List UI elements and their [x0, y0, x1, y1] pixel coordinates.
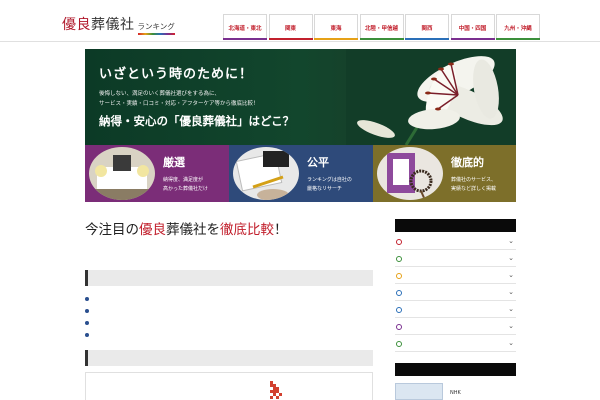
circle-icon	[396, 307, 402, 313]
hero-title: いざという時のために！	[99, 67, 254, 82]
circle-icon	[396, 324, 402, 330]
prayer-beads-image	[377, 147, 443, 200]
sidebar-banner-label: NHK	[450, 390, 461, 396]
feature-text: 葬儀社のサービス、	[451, 177, 497, 183]
nav-item-label: 九州・沖縄	[504, 25, 532, 32]
nav-item-region[interactable]: 関西	[405, 14, 449, 40]
feature-fair: 公平 ランキングは自社の 厳格なリサーチ	[229, 145, 373, 202]
circle-icon	[396, 290, 402, 296]
chevron-down-icon: ⌄	[508, 339, 514, 347]
feature-text: 厳格なリサーチ	[307, 186, 343, 192]
site-logo[interactable]: 優良葬儀社 ランキング	[62, 14, 175, 35]
circle-icon	[396, 256, 402, 262]
sidebar-header	[395, 219, 516, 232]
sidebar-banner-image[interactable]	[395, 383, 443, 400]
region-nav: 北海道・東北 関東 東海 北陸・甲信越 関西 中国・四国 九州・沖縄	[223, 14, 542, 40]
sidebar-item[interactable]: ⌄	[395, 268, 516, 284]
nav-item-label: 関東	[284, 25, 296, 32]
list-bullet	[85, 297, 89, 301]
chevron-down-icon: ⌄	[508, 254, 514, 262]
sidebar-item[interactable]: ⌄	[395, 319, 516, 335]
circle-icon	[396, 239, 402, 245]
logo-subtitle: ランキング	[137, 21, 175, 35]
list-bullet	[85, 333, 89, 337]
feature-title: 厳選	[163, 156, 185, 169]
feature-text: ランキングは自社の	[307, 177, 352, 183]
lily-flower-image	[346, 49, 516, 145]
sidebar-item[interactable]: ⌄	[395, 234, 516, 250]
chevron-down-icon: ⌄	[508, 271, 514, 279]
feature-text: 高かった葬儀社だけ	[163, 186, 209, 192]
section-header-bar	[85, 270, 373, 286]
nav-item-label: 関西	[421, 25, 433, 32]
circle-icon	[396, 341, 402, 347]
funeral-altar-image	[89, 147, 155, 200]
circle-icon	[396, 273, 402, 279]
chevron-down-icon: ⌄	[508, 305, 514, 313]
section-header-bar	[85, 350, 373, 366]
page-headline: 今注目の優良葬儀社を徹底比較！	[85, 222, 288, 238]
hero-main-question: 納得・安心の「優良葬儀社」はどこ？	[99, 114, 295, 128]
nav-item-region[interactable]: 九州・沖縄	[496, 14, 540, 40]
feature-selection: 厳選 納得度、満足度が 高かった葬儀社だけ	[85, 145, 229, 202]
list-bullet	[85, 321, 89, 325]
japan-map[interactable]	[85, 372, 373, 400]
sidebar-item[interactable]: ⌄	[395, 302, 516, 318]
sidebar-item[interactable]: ⌄	[395, 336, 516, 352]
nav-item-label: 東海	[330, 25, 342, 32]
nav-item-region[interactable]: 北陸・甲信越	[359, 14, 404, 40]
sidebar-header	[395, 363, 516, 376]
nav-item-region[interactable]: 東海	[314, 14, 358, 40]
feature-thorough: 徹底的 葬儀社のサービス、 実績など詳しく掲載	[373, 145, 516, 202]
feature-text: 実績など詳しく掲載	[451, 186, 497, 192]
nav-item-label: 中国・四国	[458, 25, 487, 32]
chevron-down-icon: ⌄	[508, 288, 514, 296]
feature-title: 徹底的	[451, 156, 484, 169]
hero-subtitle-2: サービス・実績・口コミ・対応・アフターケア等から徹底比較！	[99, 101, 259, 107]
sidebar-item[interactable]: ⌄	[395, 251, 516, 267]
nav-item-region[interactable]: 北海道・東北	[223, 14, 267, 40]
hero-banner: いざという時のために！ 後悔しない、満足のいく葬儀社選びをする為に、 サービス・…	[85, 49, 516, 145]
nav-item-label: 北海道・東北	[228, 25, 262, 32]
feature-text: 納得度、満足度が	[163, 177, 204, 183]
nav-item-region[interactable]: 関東	[268, 14, 313, 40]
nav-item-label: 北陸・甲信越	[364, 25, 398, 32]
site-header: 優良葬儀社 ランキング 北海道・東北 関東 東海 北陸・甲信越 関西 中国・四国 九州・沖縄	[0, 0, 600, 42]
nav-item-region[interactable]: 中国・四国	[450, 14, 495, 40]
logo-text: 優良葬儀社	[62, 17, 135, 33]
chevron-down-icon: ⌄	[508, 322, 514, 330]
research-documents-image	[233, 147, 299, 200]
chevron-down-icon: ⌄	[508, 237, 514, 245]
feature-title: 公平	[307, 156, 329, 169]
hero-subtitle-1: 後悔しない、満足のいく葬儀社選びをする為に、	[99, 91, 220, 97]
list-bullet	[85, 309, 89, 313]
sidebar-item[interactable]: ⌄	[395, 285, 516, 301]
